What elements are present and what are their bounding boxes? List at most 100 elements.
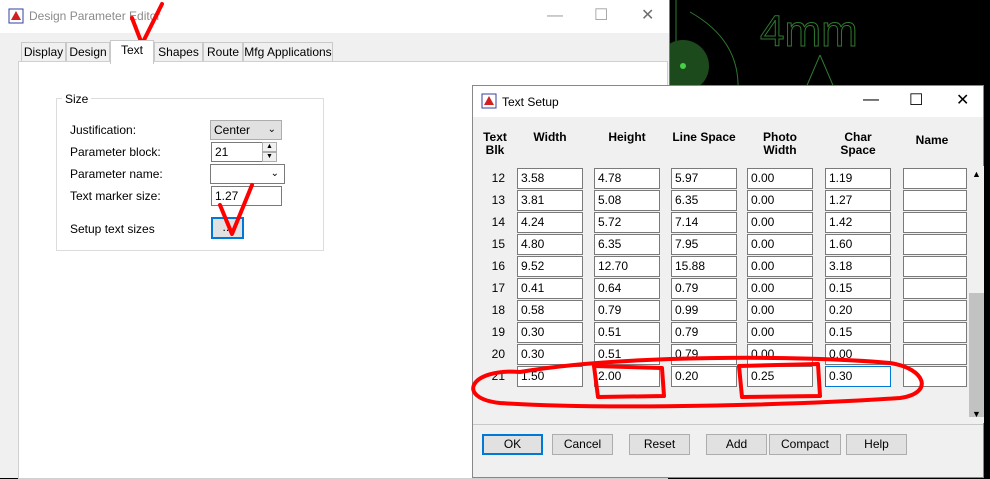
width-cell[interactable]: 0.30 [517, 344, 583, 365]
line-space-cell[interactable]: 7.95 [671, 234, 737, 255]
name-cell[interactable] [903, 344, 967, 365]
justification-label: Justification: [70, 123, 137, 137]
setup-text-sizes-button[interactable]: ... [211, 217, 244, 239]
photo-width-cell[interactable]: 0.00 [747, 300, 813, 321]
chevron-down-icon: ⌄ [267, 124, 276, 135]
line-space-cell[interactable]: 0.79 [671, 344, 737, 365]
tab-shapes[interactable]: Shapes [154, 42, 203, 62]
scroll-down-icon[interactable]: ▼ [972, 409, 981, 419]
close-icon[interactable]: ✕ [641, 5, 654, 25]
name-cell[interactable] [903, 322, 967, 343]
editor-title-bar[interactable]: Design Parameter Editor — ☐ ✕ [0, 0, 669, 33]
add-button[interactable]: Add [706, 434, 767, 455]
width-cell[interactable]: 3.81 [517, 190, 583, 211]
name-cell[interactable] [903, 234, 967, 255]
char-space-cell[interactable]: 1.42 [825, 212, 891, 233]
line-space-cell[interactable]: 6.35 [671, 190, 737, 211]
line-space-cell[interactable]: 0.79 [671, 322, 737, 343]
line-space-cell[interactable]: 7.14 [671, 212, 737, 233]
height-cell[interactable]: 0.79 [594, 300, 660, 321]
ok-button[interactable]: OK [482, 434, 543, 455]
column-header-height: Height [608, 130, 646, 144]
maximize-icon[interactable]: ☐ [909, 90, 923, 110]
name-cell[interactable] [903, 278, 967, 299]
name-cell[interactable] [903, 256, 967, 277]
line-space-cell[interactable]: 0.79 [671, 278, 737, 299]
width-cell[interactable]: 0.41 [517, 278, 583, 299]
name-cell[interactable] [903, 190, 967, 211]
tab-route[interactable]: Route [203, 42, 243, 62]
column-header-name: Name [915, 133, 949, 147]
char-space-cell[interactable]: 0.15 [825, 278, 891, 299]
char-space-cell[interactable]: 0.00 [825, 344, 891, 365]
reset-button[interactable]: Reset [629, 434, 690, 455]
width-cell[interactable]: 1.50 [517, 366, 583, 387]
row-number: 12 [491, 171, 505, 185]
char-space-cell[interactable]: 1.60 [825, 234, 891, 255]
cancel-button[interactable]: Cancel [552, 434, 613, 455]
height-cell[interactable]: 12.70 [594, 256, 660, 277]
name-cell[interactable] [903, 300, 967, 321]
line-space-cell[interactable]: 15.88 [671, 256, 737, 277]
compact-button[interactable]: Compact [769, 434, 841, 455]
height-cell[interactable]: 4.78 [594, 168, 660, 189]
width-cell[interactable]: 0.30 [517, 322, 583, 343]
tab-text[interactable]: Text [110, 40, 154, 64]
text-setup-title-bar[interactable]: Text Setup — ☐ ✕ [473, 86, 983, 117]
parameter-name-select[interactable]: ⌄ [210, 164, 285, 184]
height-cell[interactable]: 5.72 [594, 212, 660, 233]
height-cell[interactable]: 0.51 [594, 322, 660, 343]
row-number: 21 [491, 369, 505, 383]
photo-width-cell[interactable]: 0.00 [747, 168, 813, 189]
name-cell[interactable] [903, 366, 967, 387]
char-space-cell[interactable]: 0.20 [825, 300, 891, 321]
maximize-icon[interactable]: ☐ [594, 5, 608, 25]
line-space-cell[interactable]: 5.97 [671, 168, 737, 189]
height-cell[interactable]: 6.35 [594, 234, 660, 255]
photo-width-cell[interactable]: 0.00 [747, 212, 813, 233]
char-space-cell[interactable]: 3.18 [825, 256, 891, 277]
height-cell[interactable]: 0.64 [594, 278, 660, 299]
photo-width-cell[interactable]: 0.25 [747, 366, 813, 387]
size-group-title: Size [62, 92, 92, 106]
name-cell[interactable] [903, 168, 967, 189]
photo-width-cell[interactable]: 0.00 [747, 256, 813, 277]
photo-width-cell[interactable]: 0.00 [747, 234, 813, 255]
tab-display[interactable]: Display [21, 42, 66, 62]
photo-width-cell[interactable]: 0.00 [747, 190, 813, 211]
line-space-cell[interactable]: 0.99 [671, 300, 737, 321]
spin-down-icon[interactable]: ▼ [262, 152, 277, 162]
parameter-name-label: Parameter name: [70, 167, 163, 181]
photo-width-cell[interactable]: 0.00 [747, 322, 813, 343]
column-header-photo-width: Photo Width [763, 130, 797, 157]
justification-select[interactable]: Center ⌄ [210, 120, 282, 140]
parameter-block-input[interactable]: 21 [211, 142, 263, 162]
width-cell[interactable]: 3.58 [517, 168, 583, 189]
height-cell[interactable]: 5.08 [594, 190, 660, 211]
width-cell[interactable]: 4.80 [517, 234, 583, 255]
width-cell[interactable]: 9.52 [517, 256, 583, 277]
row-number: 15 [491, 237, 505, 251]
spin-up-icon[interactable]: ▲ [262, 142, 277, 152]
width-cell[interactable]: 0.58 [517, 300, 583, 321]
char-space-cell[interactable]: 0.30 [825, 366, 891, 387]
minimize-icon[interactable]: — [547, 7, 563, 25]
line-space-cell[interactable]: 0.20 [671, 366, 737, 387]
text-marker-size-input[interactable]: 1.27 [211, 186, 282, 206]
help-button[interactable]: Help [846, 434, 907, 455]
char-space-cell[interactable]: 1.27 [825, 190, 891, 211]
height-cell[interactable]: 2.00 [594, 366, 660, 387]
name-cell[interactable] [903, 212, 967, 233]
tab-design[interactable]: Design [66, 42, 110, 62]
char-space-cell[interactable]: 0.15 [825, 322, 891, 343]
close-icon[interactable]: ✕ [956, 90, 969, 110]
scroll-up-icon[interactable]: ▲ [972, 169, 981, 179]
photo-width-cell[interactable]: 0.00 [747, 278, 813, 299]
char-space-cell[interactable]: 1.19 [825, 168, 891, 189]
photo-width-cell[interactable]: 0.00 [747, 344, 813, 365]
scrollbar-thumb[interactable] [969, 293, 984, 417]
width-cell[interactable]: 4.24 [517, 212, 583, 233]
height-cell[interactable]: 0.51 [594, 344, 660, 365]
minimize-icon[interactable]: — [863, 91, 879, 109]
tab-mfg-applications[interactable]: Mfg Applications [243, 42, 333, 62]
